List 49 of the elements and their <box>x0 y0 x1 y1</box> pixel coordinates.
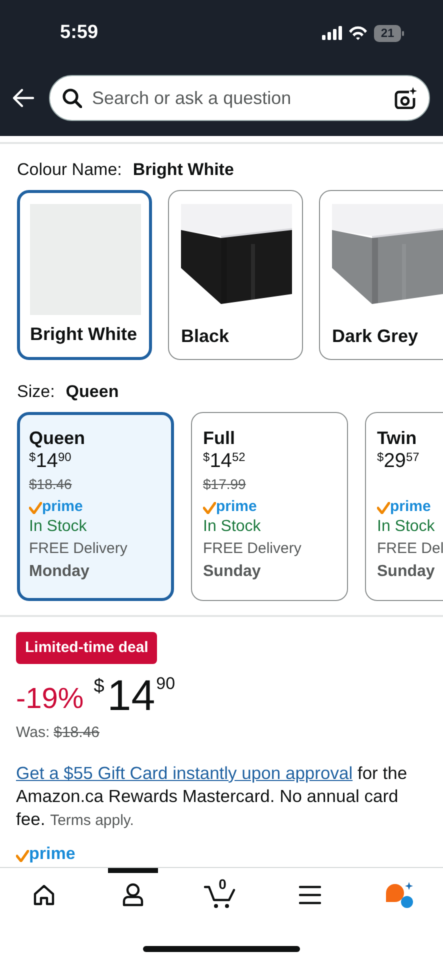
colour-option[interactable]: Dark Grey <box>319 190 443 360</box>
delivery-text: FREE Delivery <box>29 539 128 559</box>
check-icon <box>29 502 42 514</box>
delivery-day: Sunday <box>203 560 337 583</box>
assistant-icon[interactable] <box>384 882 414 908</box>
prime-label: prime <box>216 498 257 516</box>
status-time: 5:59 <box>60 22 98 44</box>
colour-label: Colour Name: <box>17 160 122 180</box>
search-icon <box>62 88 82 108</box>
account-icon[interactable] <box>122 883 144 907</box>
check-icon <box>16 850 29 862</box>
delivery-text: FREE Del <box>377 539 443 559</box>
size-value: Queen <box>66 382 119 402</box>
check-icon <box>203 502 216 514</box>
promo-text: Get a $55 Gift Card instantly upon approval for the Amazon.ca Rewards Mastercard. No annual card fee. Terms apply. <box>16 762 408 831</box>
home-icon[interactable] <box>33 884 56 906</box>
gift-card-link[interactable]: Get a $55 Gift Card instantly upon approval <box>16 763 353 783</box>
discount-percent: -19% <box>16 682 84 716</box>
colour-option[interactable]: Black <box>168 190 303 360</box>
delivery-day: Sunday <box>377 560 443 583</box>
size-name: Queen <box>29 427 86 450</box>
stock-status: In Stock <box>29 517 88 537</box>
delivery-day: Monday <box>29 560 163 583</box>
size-name: Twin <box>377 427 418 450</box>
prime-label: prime <box>390 498 431 516</box>
was-price: $18.46 <box>54 724 100 742</box>
deal-badge: Limited-time deal <box>16 632 158 664</box>
prime-label: prime <box>42 498 83 516</box>
list-price: $17.99 <box>203 475 247 494</box>
menu-icon[interactable] <box>299 884 322 906</box>
search-bar[interactable]: Search or ask a question <box>49 75 430 121</box>
back-icon[interactable] <box>12 87 35 109</box>
colour-value: Bright White <box>132 160 234 180</box>
size-label: Size: <box>17 382 55 402</box>
nav-tab[interactable]: 0 <box>177 868 266 922</box>
signal-icon <box>322 26 342 40</box>
colour-option[interactable]: Bright White <box>17 190 152 360</box>
prime-label: prime <box>29 844 76 864</box>
size-name: Full <box>203 427 236 450</box>
stock-status: In Stock <box>377 517 436 537</box>
was-label: Was: <box>16 724 50 742</box>
camera-icon[interactable] <box>393 87 417 109</box>
stock-status: In Stock <box>203 517 262 537</box>
delivery-text: FREE Delivery <box>203 539 302 559</box>
list-price: $18.46 <box>29 475 73 494</box>
search-field[interactable]: Search or ask a question <box>92 88 383 108</box>
check-icon <box>377 502 390 514</box>
cart-count: 0 <box>218 876 228 892</box>
wifi-icon <box>348 26 368 40</box>
